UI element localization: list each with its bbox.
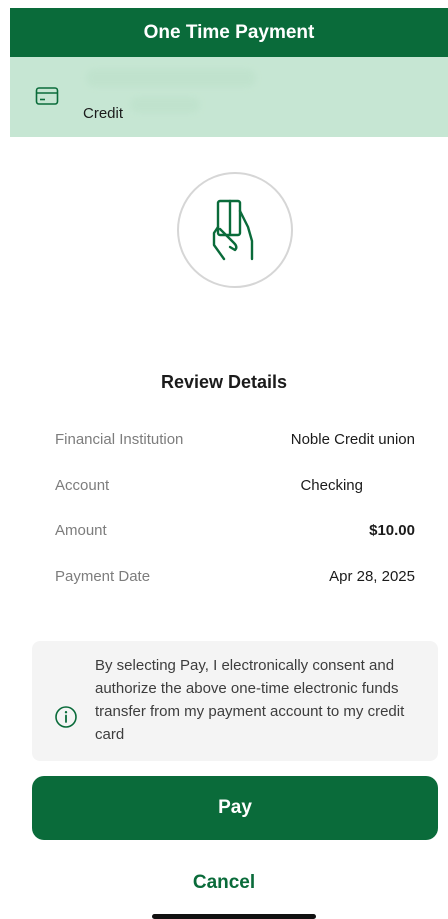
detail-value: Checking	[300, 477, 363, 494]
detail-value: Noble Credit union	[290, 431, 415, 448]
consent-notice: By selecting Pay, I electronically conse…	[32, 641, 438, 761]
detail-label: Financial Institution	[55, 431, 184, 448]
home-indicator[interactable]	[152, 914, 316, 919]
detail-row-payment-date: Payment Date Apr 28, 2025	[55, 568, 415, 590]
page-title: One Time Payment	[143, 21, 315, 43]
masked-account-name	[86, 69, 256, 87]
info-icon	[55, 706, 77, 728]
account-type-label: Credit	[83, 105, 124, 122]
payment-review-screen: One Time Payment Credit Review Details F…	[0, 0, 448, 919]
consent-text: By selecting Pay, I electronically conse…	[95, 657, 405, 743]
credit-card-icon	[35, 87, 59, 105]
review-details-title: Review Details	[160, 372, 288, 392]
cancel-button[interactable]: Cancel	[0, 872, 448, 894]
account-banner[interactable]: Credit	[10, 57, 448, 137]
detail-label: Payment Date	[55, 568, 151, 585]
detail-label: Amount	[55, 522, 107, 539]
masked-account-number	[130, 97, 200, 113]
detail-row-amount: Amount $10.00	[55, 522, 415, 544]
header: One Time Payment	[10, 8, 448, 57]
detail-value: Apr 28, 2025	[329, 568, 415, 585]
hand-holding-card-icon	[212, 199, 254, 261]
detail-row-account: Account Checking	[55, 477, 415, 499]
payment-illustration	[177, 172, 293, 288]
pay-button[interactable]: Pay	[32, 776, 438, 840]
detail-row-financial-institution: Financial Institution Noble Credit union	[55, 431, 415, 453]
detail-value: $10.00	[369, 522, 415, 539]
detail-label: Account	[55, 477, 110, 494]
